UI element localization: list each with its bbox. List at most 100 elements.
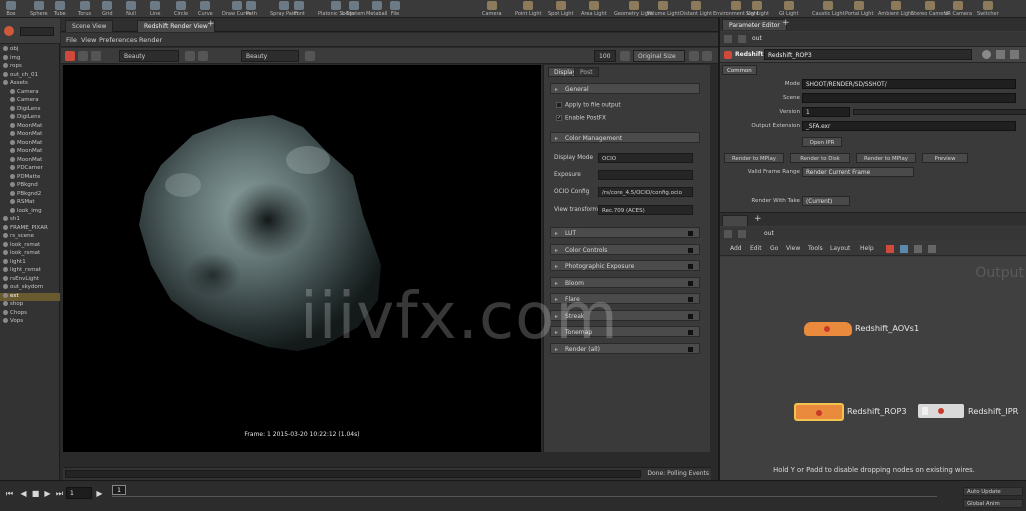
tree-item[interactable]: light1	[0, 258, 60, 268]
shelf-light-tool-9[interactable]: GI Light	[779, 0, 798, 18]
shelf-tool-2[interactable]: Tube	[54, 0, 66, 18]
step-forward-icon[interactable]: ▶	[94, 488, 105, 499]
tree-item[interactable]: rs_scene	[0, 233, 60, 242]
fit-icon[interactable]	[620, 51, 630, 61]
output-extension-field[interactable]: _SFA.exr	[802, 121, 1016, 131]
version-field[interactable]: 1	[802, 107, 850, 117]
tree-item[interactable]: DigiLens	[0, 114, 60, 123]
settings-icon[interactable]	[702, 51, 712, 61]
back-arrow-icon[interactable]	[724, 35, 732, 43]
menu-preferences[interactable]: Preferences	[99, 33, 137, 47]
shelf-light-tool-13[interactable]: Stereo Camera	[911, 0, 949, 18]
help-icon[interactable]	[996, 50, 1005, 59]
shelf-tool-10[interactable]: Path	[246, 0, 257, 18]
menu-render[interactable]: Render	[139, 33, 162, 47]
shelf-tool-6[interactable]: Line	[150, 0, 160, 18]
shelf-tool-1[interactable]: Sphere	[30, 0, 48, 18]
render-refresh-icon[interactable]	[78, 51, 88, 61]
network-grid-icon[interactable]	[928, 245, 936, 253]
shelf-tool-5[interactable]: Null	[126, 0, 136, 18]
shelf-tool-15[interactable]: Metaball	[366, 0, 387, 18]
render-lock-icon[interactable]	[91, 51, 101, 61]
menu-file[interactable]: File	[66, 33, 77, 47]
shelf-light-tool-5[interactable]: Volume Light	[647, 0, 680, 18]
tree-item[interactable]: Assets	[0, 80, 60, 89]
tree-item[interactable]: look_rsmat	[0, 250, 60, 259]
network-view-icon[interactable]	[900, 245, 908, 253]
tree-item[interactable]: MoonMat	[0, 156, 60, 166]
frame-range-dropdown[interactable]: Render Current Frame	[802, 167, 914, 177]
render-to-disk-button[interactable]: Render to Disk	[790, 153, 850, 163]
shelf-light-tool-1[interactable]: Point Light	[515, 0, 541, 18]
tree-item[interactable]: MoonMat	[0, 131, 60, 140]
version-slider[interactable]	[853, 109, 1026, 115]
menu-go[interactable]: Go	[770, 242, 778, 256]
shelf-light-tool-8[interactable]: Sky Light	[746, 0, 769, 18]
shelf-tool-8[interactable]: Curve	[198, 0, 213, 18]
mode-field[interactable]: SHOOT/RENDER/SD/SSHOT/	[802, 79, 1016, 89]
tree-item[interactable]: out_ch_01	[0, 71, 60, 81]
shelf-light-tool-10[interactable]: Caustic Light	[812, 0, 845, 18]
network-path[interactable]: out	[764, 230, 774, 237]
zoom-field[interactable]: 100 %	[594, 50, 616, 72]
original-size-button[interactable]: Original Size	[633, 50, 685, 62]
view-transform-dropdown[interactable]: Rec.709 (ACES)	[598, 205, 693, 215]
network-back-icon[interactable]	[724, 230, 732, 238]
tree-filter-field[interactable]	[20, 27, 54, 36]
tree-item[interactable]: Vops	[0, 318, 60, 327]
frame-marker[interactable]: 1	[112, 485, 126, 495]
go-to-end-icon[interactable]: ⏭	[54, 488, 65, 499]
shelf-tool-16[interactable]: File	[390, 0, 400, 18]
shelf-tool-14[interactable]: L-System	[342, 0, 365, 18]
enable-postfx-checkbox[interactable]: ✓ Enable PostFX	[556, 115, 606, 122]
render-to-mplay-button[interactable]: Render to MPlay	[724, 153, 784, 163]
add-tab-icon[interactable]: +	[207, 19, 215, 29]
current-frame-field[interactable]: 1	[66, 487, 92, 499]
tree-item[interactable]: Camera	[0, 97, 60, 106]
tree-item[interactable]: obj	[0, 46, 60, 55]
node-redshift-ipr[interactable]	[918, 404, 964, 418]
section-toggle-icon[interactable]	[688, 247, 693, 253]
exposure-slider[interactable]	[598, 170, 693, 180]
section-toggle-icon[interactable]	[688, 231, 693, 236]
tab-redshift-render-view[interactable]: Redshift Render View	[137, 20, 215, 32]
ocio-config-field[interactable]: /rs/core_4.5/OCIO/config.ocio	[598, 187, 693, 197]
forward-arrow-icon[interactable]	[738, 35, 746, 43]
scene-field[interactable]	[802, 93, 1016, 103]
go-to-start-icon[interactable]: ⏮	[4, 488, 15, 499]
tree-item[interactable]: out_skydom	[0, 284, 60, 293]
shelf-light-tool-11[interactable]: Portal Light	[845, 0, 873, 18]
info-icon[interactable]	[1010, 50, 1019, 59]
snapshot-icon[interactable]	[185, 51, 195, 61]
stop-icon[interactable]: ■	[30, 488, 41, 499]
shelf-light-tool-3[interactable]: Area Light	[581, 0, 607, 18]
view-dropdown[interactable]: Beauty	[119, 50, 179, 62]
menu-tools[interactable]: Tools	[808, 242, 823, 256]
play-icon[interactable]: ▶	[42, 488, 53, 499]
tree-item[interactable]: FRAME_PIXAR	[0, 224, 60, 234]
shelf-tool-4[interactable]: Grid	[102, 0, 113, 18]
menu-edit[interactable]: Edit	[750, 242, 762, 256]
step-back-icon[interactable]: ◀	[18, 488, 29, 499]
add-pane-tab-icon[interactable]: +	[782, 18, 790, 28]
shelf-tool-7[interactable]: Circle	[174, 0, 188, 18]
tab-post[interactable]: Post	[574, 67, 599, 77]
settings-section[interactable]: Photographic Exposure	[550, 260, 700, 272]
tab-scene-view[interactable]: Scene View	[65, 20, 114, 32]
network-layout-icon[interactable]	[914, 245, 922, 253]
apply-post-check-box[interactable]	[556, 102, 562, 108]
tree-item[interactable]: look_img	[0, 207, 60, 217]
auto-update-dropdown[interactable]: Auto Update	[963, 487, 1023, 496]
render-viewport[interactable]: Frame: 1 2015-03-20 10:22:12 (1.04s)	[63, 65, 541, 452]
tree-item[interactable]: light_rsmat	[0, 267, 60, 276]
shelf-light-tool-15[interactable]: Switcher	[977, 0, 999, 18]
shelf-tool-0[interactable]: Box	[6, 0, 16, 18]
network-editor-canvas[interactable]: Output Redshift_AOVs1 Redshift_ROP3 Reds…	[720, 257, 1026, 480]
shelf-light-tool-6[interactable]: Distant Light	[680, 0, 712, 18]
shelf-tool-12[interactable]: Font	[294, 0, 305, 18]
open-ipr-button[interactable]: Open IPR	[802, 137, 842, 147]
node-redshift-aovs[interactable]	[804, 322, 852, 336]
node-redshift-rop3[interactable]	[794, 403, 844, 421]
tree-item[interactable]: DigiLens	[0, 105, 60, 115]
gear-icon[interactable]	[982, 50, 991, 59]
